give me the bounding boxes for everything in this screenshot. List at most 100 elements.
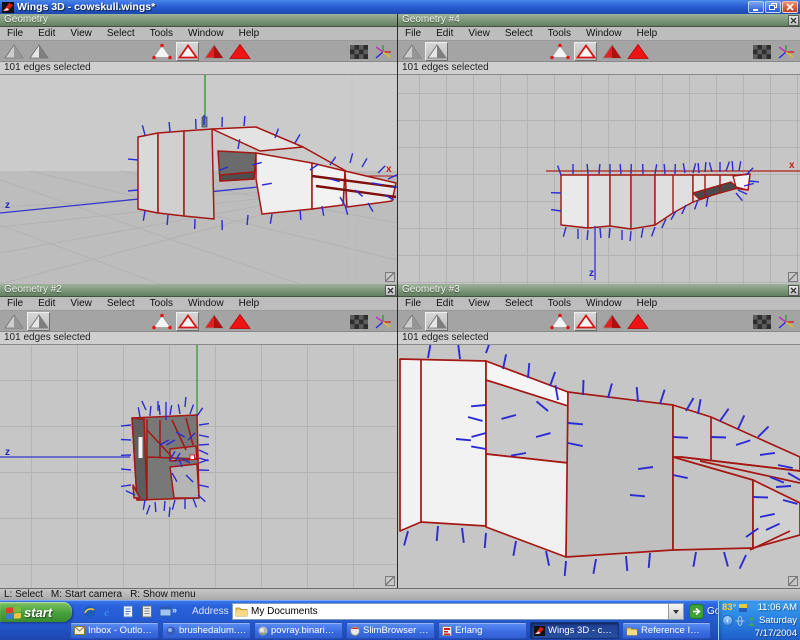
- smooth-shaded-view-icon[interactable]: [27, 42, 50, 61]
- viewport-close-button[interactable]: [788, 15, 799, 26]
- menu-tools[interactable]: Tools: [143, 27, 181, 40]
- 3d-view-side[interactable]: x z: [398, 75, 800, 284]
- flat-shaded-view-icon[interactable]: [2, 42, 25, 61]
- menu-window[interactable]: Window: [579, 297, 630, 310]
- task-button[interactable]: Erlang: [438, 622, 527, 639]
- tray-icon-shield[interactable]: [738, 603, 748, 613]
- quick-launch-icon-3[interactable]: [120, 604, 135, 619]
- menu-help[interactable]: Help: [630, 27, 666, 40]
- smooth-shaded-view-icon[interactable]: [425, 42, 448, 61]
- flat-shaded-view-icon[interactable]: [400, 42, 423, 61]
- menu-window[interactable]: Window: [181, 297, 232, 310]
- wireframe-canvas[interactable]: [398, 345, 800, 588]
- task-button[interactable]: Wings 3D - cowskul...: [530, 622, 619, 639]
- menu-view[interactable]: View: [63, 297, 100, 310]
- menu-file[interactable]: File: [0, 297, 31, 310]
- quick-launch-icon-5[interactable]: [158, 604, 173, 619]
- wireframe-canvas[interactable]: [398, 75, 800, 284]
- menu-edit[interactable]: Edit: [31, 297, 63, 310]
- vertex-select-mode-icon[interactable]: [548, 312, 571, 331]
- menu-tools[interactable]: Tools: [541, 297, 579, 310]
- task-button[interactable]: povray.binaries.im...: [254, 622, 343, 639]
- flat-shaded-view-icon[interactable]: [400, 312, 423, 331]
- minimize-button[interactable]: [748, 1, 764, 13]
- viewport-resize-handle[interactable]: [385, 272, 395, 282]
- menu-select[interactable]: Select: [100, 27, 143, 40]
- viewport-titlebar[interactable]: Geometry #4: [398, 14, 800, 27]
- axes-toggle-icon[interactable]: [774, 42, 797, 61]
- viewport-titlebar[interactable]: Geometry: [0, 14, 397, 27]
- menu-help[interactable]: Help: [232, 297, 268, 310]
- quick-launch-icon-1[interactable]: [82, 604, 97, 619]
- viewport-close-button[interactable]: [385, 285, 396, 296]
- address-input[interactable]: My Documents: [232, 603, 684, 620]
- flat-shaded-view-icon[interactable]: [2, 312, 25, 331]
- axes-toggle-icon[interactable]: [774, 312, 797, 331]
- menu-tools[interactable]: Tools: [541, 27, 579, 40]
- body-select-mode-icon[interactable]: [228, 42, 251, 61]
- viewport-resize-handle[interactable]: [788, 576, 798, 586]
- ground-plane-toggle-icon[interactable]: [750, 42, 773, 61]
- toolbar-overflow-chevron[interactable]: »: [172, 605, 177, 615]
- face-select-mode-icon[interactable]: [600, 312, 623, 331]
- menu-view[interactable]: View: [461, 27, 498, 40]
- 3d-view-closeup[interactable]: [398, 345, 800, 588]
- menu-select[interactable]: Select: [498, 297, 541, 310]
- viewport-resize-handle[interactable]: [788, 272, 798, 282]
- smooth-shaded-view-icon[interactable]: [425, 312, 448, 331]
- task-button[interactable]: SlimBrowser - [Goo...: [346, 622, 435, 639]
- task-button[interactable]: brushedalum.pov:l...: [162, 622, 251, 639]
- menu-window[interactable]: Window: [181, 27, 232, 40]
- menu-edit[interactable]: Edit: [31, 27, 63, 40]
- menu-tools[interactable]: Tools: [143, 297, 181, 310]
- quick-launch-icon-2[interactable]: e: [101, 604, 116, 619]
- 3d-view-front[interactable]: z: [0, 345, 397, 588]
- body-select-mode-icon[interactable]: [626, 312, 649, 331]
- ground-plane-toggle-icon[interactable]: [347, 312, 370, 331]
- body-select-mode-icon[interactable]: [228, 312, 251, 331]
- start-button[interactable]: start: [0, 602, 72, 622]
- viewport-close-button[interactable]: [788, 285, 799, 296]
- menu-view[interactable]: View: [461, 297, 498, 310]
- ground-plane-toggle-icon[interactable]: [750, 312, 773, 331]
- menu-edit[interactable]: Edit: [429, 27, 461, 40]
- restore-button[interactable]: [765, 1, 781, 13]
- viewport-titlebar[interactable]: Geometry #2: [0, 284, 397, 297]
- window-titlebar[interactable]: Wings 3D - cowskull.wings*: [0, 0, 800, 14]
- viewport-titlebar[interactable]: Geometry #3: [398, 284, 800, 297]
- menu-file[interactable]: File: [0, 27, 31, 40]
- menu-help[interactable]: Help: [232, 27, 268, 40]
- menu-select[interactable]: Select: [100, 297, 143, 310]
- tray-collapse-chevron-icon[interactable]: ‹: [722, 615, 733, 626]
- menu-help[interactable]: Help: [630, 297, 666, 310]
- task-button[interactable]: Reference Images: [622, 622, 711, 639]
- close-button[interactable]: [782, 1, 798, 13]
- edge-select-mode-icon[interactable]: [574, 42, 597, 61]
- tray-icon-messenger[interactable]: [747, 616, 756, 626]
- face-select-mode-icon[interactable]: [600, 42, 623, 61]
- edge-select-mode-icon[interactable]: [176, 42, 199, 61]
- wireframe-canvas[interactable]: [0, 75, 397, 284]
- menu-file[interactable]: File: [398, 297, 429, 310]
- face-select-mode-icon[interactable]: [202, 312, 225, 331]
- axes-toggle-icon[interactable]: [371, 42, 394, 61]
- tray-icon-globe[interactable]: [735, 616, 745, 626]
- vertex-select-mode-icon[interactable]: [150, 312, 173, 331]
- body-select-mode-icon[interactable]: [626, 42, 649, 61]
- edge-select-mode-icon[interactable]: [574, 312, 597, 331]
- edge-select-mode-icon[interactable]: [176, 312, 199, 331]
- quick-launch-icon-4[interactable]: [139, 604, 154, 619]
- menu-view[interactable]: View: [63, 27, 100, 40]
- address-dropdown-button[interactable]: [668, 604, 683, 619]
- menu-file[interactable]: File: [398, 27, 429, 40]
- menu-window[interactable]: Window: [579, 27, 630, 40]
- task-button[interactable]: Inbox - Outlook Ex...: [70, 622, 159, 639]
- go-button[interactable]: Go: [689, 604, 720, 619]
- axes-toggle-icon[interactable]: [371, 312, 394, 331]
- ground-plane-toggle-icon[interactable]: [347, 42, 370, 61]
- vertex-select-mode-icon[interactable]: [150, 42, 173, 61]
- viewport-resize-handle[interactable]: [385, 576, 395, 586]
- menu-select[interactable]: Select: [498, 27, 541, 40]
- smooth-shaded-view-icon[interactable]: [27, 312, 50, 331]
- menu-edit[interactable]: Edit: [429, 297, 461, 310]
